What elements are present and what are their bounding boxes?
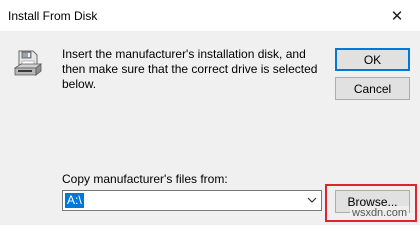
close-button[interactable]: ✕ xyxy=(374,0,420,31)
instruction-text: Insert the manufacturer's installation d… xyxy=(62,47,318,91)
watermark: wsxdn.com xyxy=(350,206,410,220)
copy-from-combobox[interactable]: A:\ xyxy=(62,190,322,211)
copy-from-label: Copy manufacturer's files from: xyxy=(62,172,228,186)
chevron-down-icon[interactable] xyxy=(306,194,318,206)
title-bar: Install From Disk ✕ xyxy=(0,0,420,31)
install-from-disk-dialog: Install From Disk ✕ Insert the manufactu… xyxy=(0,0,420,225)
copy-from-value[interactable]: A:\ xyxy=(65,193,84,208)
window-title: Install From Disk xyxy=(8,9,98,23)
floppy-drive-icon xyxy=(13,50,43,76)
ok-button[interactable]: OK xyxy=(335,48,410,71)
cancel-button[interactable]: Cancel xyxy=(335,77,410,100)
